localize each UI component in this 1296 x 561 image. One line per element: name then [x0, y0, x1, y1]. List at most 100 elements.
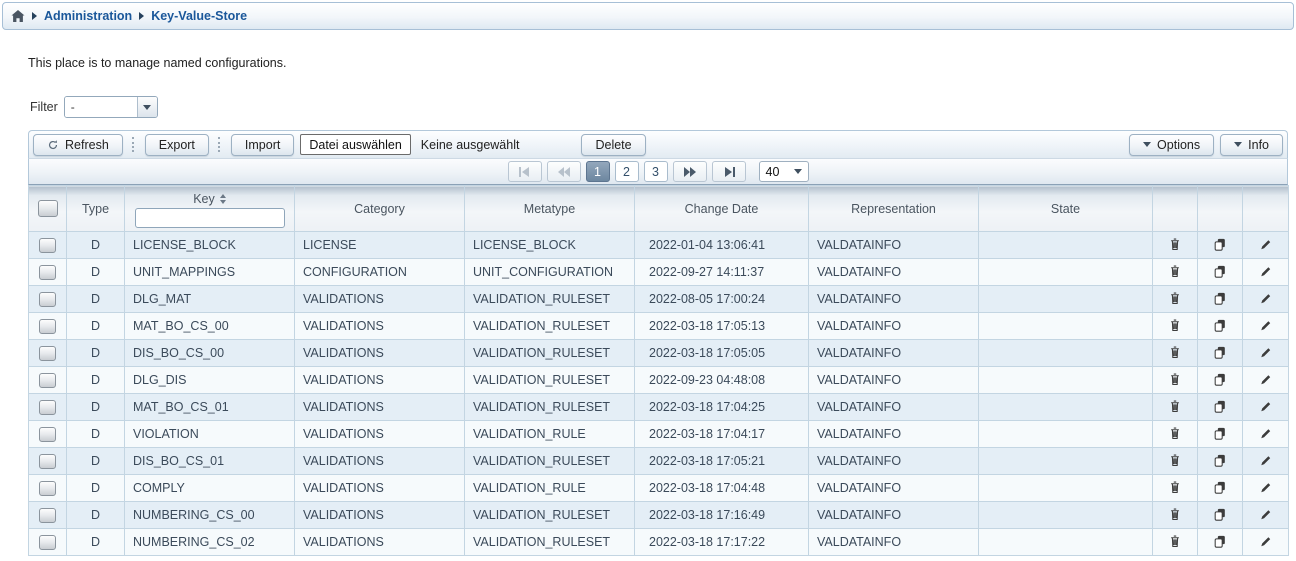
row-copy-cell	[1198, 367, 1243, 394]
row-edit-cell	[1243, 394, 1289, 421]
cell-metatype: VALIDATION_RULE	[465, 475, 635, 502]
chevron-down-icon	[1234, 142, 1242, 147]
copy-icon[interactable]	[1211, 262, 1229, 280]
pencil-icon[interactable]	[1257, 289, 1275, 307]
copy-icon[interactable]	[1211, 478, 1229, 496]
key-filter-input[interactable]	[135, 208, 285, 228]
copy-icon[interactable]	[1211, 316, 1229, 334]
pencil-icon[interactable]	[1257, 505, 1275, 523]
pencil-icon[interactable]	[1257, 235, 1275, 253]
first-page-button[interactable]	[508, 161, 542, 182]
row-checkbox[interactable]	[39, 454, 56, 469]
page-button-1[interactable]: 1	[586, 161, 610, 182]
column-header-category[interactable]: Category	[295, 186, 465, 232]
cell-change-date: 2022-09-23 04:48:08	[635, 367, 809, 394]
pencil-icon[interactable]	[1257, 532, 1275, 550]
copy-icon[interactable]	[1211, 505, 1229, 523]
refresh-button[interactable]: Refresh	[33, 134, 123, 156]
sort-icon[interactable]	[220, 194, 226, 204]
delete-button[interactable]: Delete	[581, 134, 645, 156]
trash-icon[interactable]	[1166, 451, 1184, 469]
filter-dropdown-button[interactable]	[137, 97, 157, 117]
cell-metatype: VALIDATION_RULESET	[465, 340, 635, 367]
key-value-store-panel: Refresh Export Import Datei auswählen Ke…	[28, 130, 1288, 556]
page-button-2[interactable]: 2	[615, 161, 639, 182]
trash-icon[interactable]	[1166, 289, 1184, 307]
trash-icon[interactable]	[1166, 316, 1184, 334]
pencil-icon[interactable]	[1257, 262, 1275, 280]
toolbar-separator	[218, 137, 222, 152]
import-button[interactable]: Import	[231, 134, 294, 156]
column-header-change-date[interactable]: Change Date	[635, 186, 809, 232]
row-select-cell	[29, 286, 67, 313]
home-icon[interactable]	[11, 10, 25, 23]
trash-icon[interactable]	[1166, 235, 1184, 253]
row-checkbox[interactable]	[39, 346, 56, 361]
row-checkbox[interactable]	[39, 373, 56, 388]
trash-icon[interactable]	[1166, 424, 1184, 442]
cell-key: VIOLATION	[125, 421, 295, 448]
column-header-metatype[interactable]: Metatype	[465, 186, 635, 232]
previous-page-button[interactable]	[547, 161, 581, 182]
row-copy-cell	[1198, 232, 1243, 259]
pencil-icon[interactable]	[1257, 478, 1275, 496]
cell-state	[979, 448, 1153, 475]
copy-icon[interactable]	[1211, 289, 1229, 307]
row-checkbox[interactable]	[39, 427, 56, 442]
column-header-type[interactable]: Type	[67, 186, 125, 232]
cell-metatype: VALIDATION_RULESET	[465, 367, 635, 394]
copy-icon[interactable]	[1211, 424, 1229, 442]
copy-icon[interactable]	[1211, 532, 1229, 550]
pencil-icon[interactable]	[1257, 370, 1275, 388]
breadcrumb-link-key-value-store[interactable]: Key-Value-Store	[151, 9, 247, 23]
column-header-representation[interactable]: Representation	[809, 186, 979, 232]
cell-metatype: VALIDATION_RULE	[465, 421, 635, 448]
row-checkbox[interactable]	[39, 481, 56, 496]
select-all-checkbox[interactable]	[38, 200, 58, 217]
copy-icon[interactable]	[1211, 343, 1229, 361]
pencil-icon[interactable]	[1257, 397, 1275, 415]
row-checkbox[interactable]	[39, 535, 56, 550]
copy-icon[interactable]	[1211, 370, 1229, 388]
pencil-icon[interactable]	[1257, 343, 1275, 361]
file-choose-button[interactable]: Datei auswählen	[300, 134, 410, 155]
trash-icon[interactable]	[1166, 262, 1184, 280]
column-header-key-label[interactable]: Key	[193, 192, 215, 206]
row-checkbox[interactable]	[39, 400, 56, 415]
options-menu-button[interactable]: Options	[1129, 134, 1214, 156]
column-header-state[interactable]: State	[979, 186, 1153, 232]
export-button[interactable]: Export	[145, 134, 209, 156]
cell-type: D	[67, 448, 125, 475]
last-page-button[interactable]	[712, 161, 746, 182]
row-delete-cell	[1153, 421, 1198, 448]
row-checkbox[interactable]	[39, 508, 56, 523]
pencil-icon[interactable]	[1257, 424, 1275, 442]
page-button-3[interactable]: 3	[644, 161, 668, 182]
copy-icon[interactable]	[1211, 235, 1229, 253]
row-checkbox[interactable]	[39, 238, 56, 253]
info-menu-button[interactable]: Info	[1220, 134, 1283, 156]
trash-icon[interactable]	[1166, 370, 1184, 388]
trash-icon[interactable]	[1166, 343, 1184, 361]
page-size-select[interactable]: 40	[759, 161, 809, 182]
next-page-button[interactable]	[673, 161, 707, 182]
trash-icon[interactable]	[1166, 397, 1184, 415]
kvs-table: Type Key Category Metatype Change Date R…	[28, 185, 1289, 556]
pencil-icon[interactable]	[1257, 316, 1275, 334]
pencil-icon[interactable]	[1257, 451, 1275, 469]
row-checkbox[interactable]	[39, 292, 56, 307]
row-checkbox[interactable]	[39, 319, 56, 334]
filter-dropdown[interactable]: -	[64, 96, 158, 118]
column-header-copy	[1198, 186, 1243, 232]
row-checkbox[interactable]	[39, 265, 56, 280]
breadcrumb-link-administration[interactable]: Administration	[44, 9, 132, 23]
row-edit-cell	[1243, 367, 1289, 394]
cell-representation: VALDATAINFO	[809, 232, 979, 259]
trash-icon[interactable]	[1166, 505, 1184, 523]
cell-category: VALIDATIONS	[295, 394, 465, 421]
row-delete-cell	[1153, 313, 1198, 340]
trash-icon[interactable]	[1166, 478, 1184, 496]
copy-icon[interactable]	[1211, 451, 1229, 469]
trash-icon[interactable]	[1166, 532, 1184, 550]
copy-icon[interactable]	[1211, 397, 1229, 415]
